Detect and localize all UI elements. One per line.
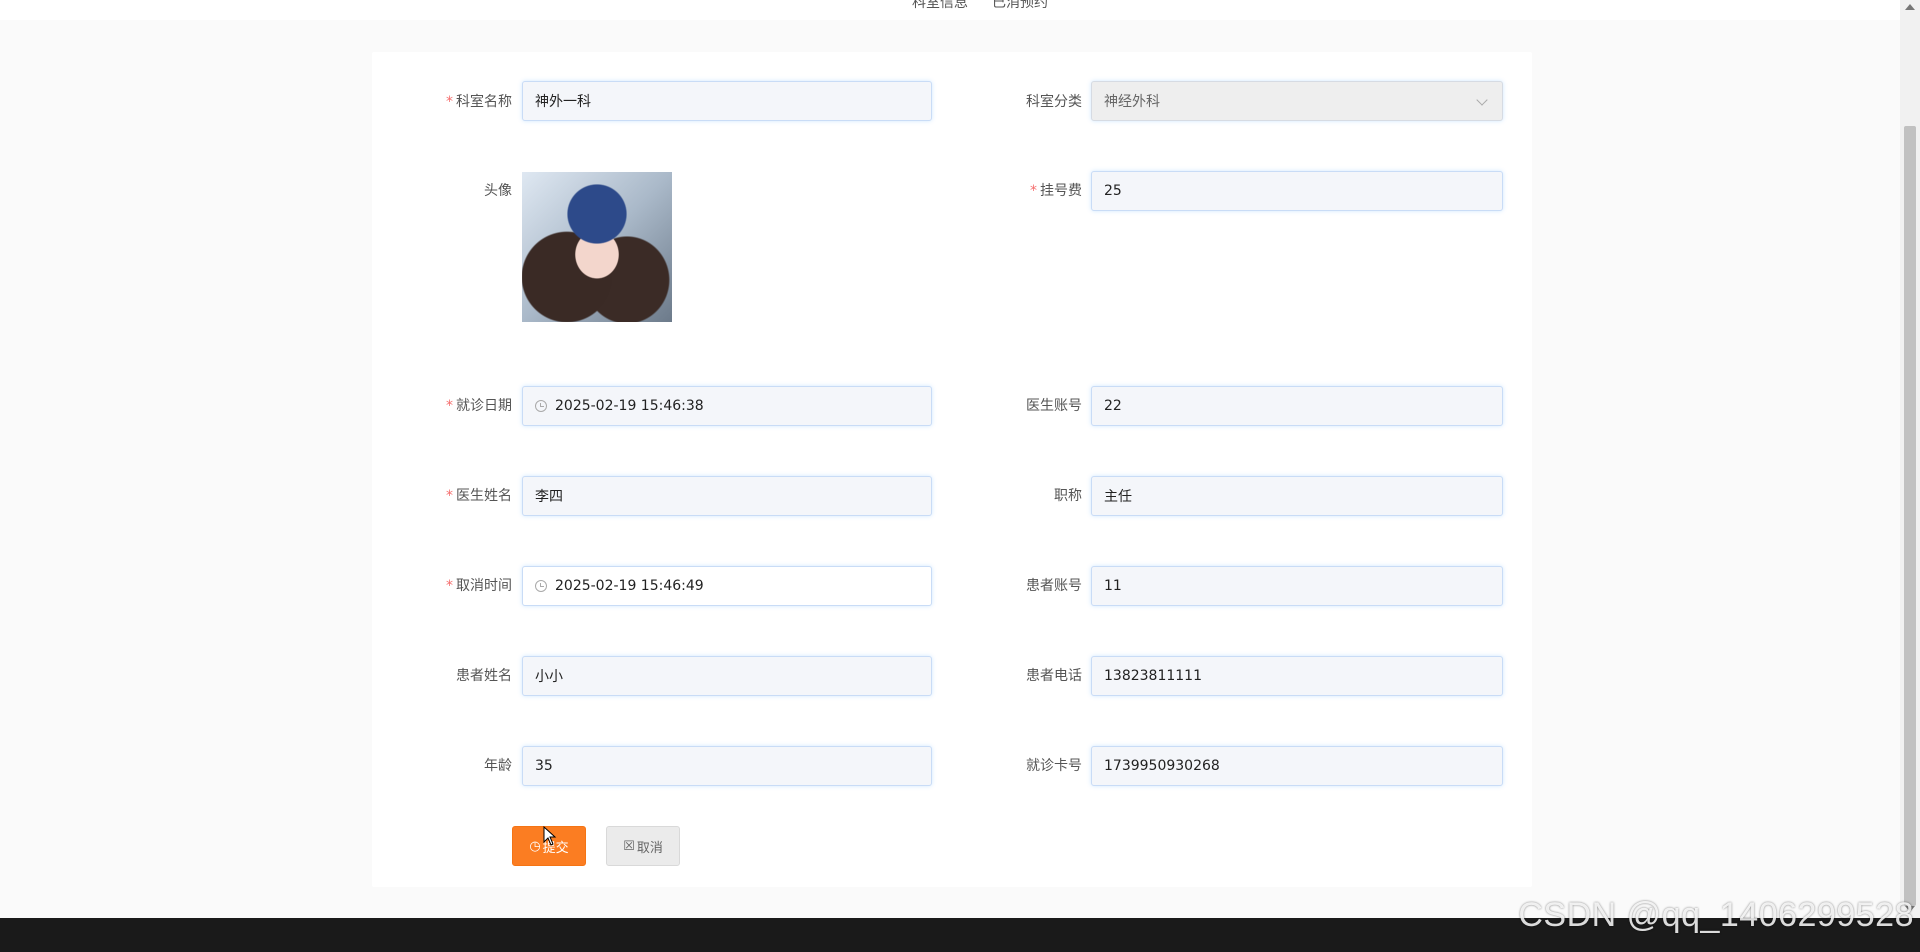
title-input[interactable]: 主任: [1091, 476, 1503, 516]
required-mark: *: [446, 94, 453, 110]
required-mark: *: [446, 398, 453, 414]
label-text: 就诊卡号: [1026, 758, 1082, 774]
label-text: 头像: [484, 183, 512, 199]
scrollbar-thumb[interactable]: [1904, 126, 1916, 906]
dept-category-select[interactable]: 神经外科: [1091, 81, 1503, 121]
field-value: 主任: [1104, 489, 1132, 505]
card-no-label: 就诊卡号: [942, 758, 1082, 774]
doctor-name-input[interactable]: 李四: [522, 476, 932, 516]
scroll-up-icon[interactable]: [1905, 4, 1915, 10]
cancel-time-label: * 取消时间: [372, 578, 512, 594]
reg-fee-label: * 挂号费: [942, 183, 1082, 199]
age-input[interactable]: 35: [522, 746, 932, 786]
label-text: 科室名称: [456, 94, 512, 110]
button-label: 取消: [636, 840, 663, 856]
patient-phone-label: 患者电话: [942, 668, 1082, 684]
label-text: 患者电话: [1026, 668, 1082, 684]
dept-category-label: 科室分类: [942, 94, 1082, 110]
field-value: 35: [535, 758, 553, 774]
field-value: 神外一科: [535, 94, 591, 110]
label-text: 挂号费: [1040, 183, 1082, 199]
field-value: 22: [1104, 398, 1122, 414]
patient-name-label: 患者姓名: [372, 668, 512, 684]
patient-account-input[interactable]: 11: [1091, 566, 1503, 606]
clock-icon: [535, 400, 547, 412]
field-value: 李四: [535, 489, 563, 505]
field-value: 13823811111: [1104, 668, 1202, 684]
patient-account-label: 患者账号: [942, 578, 1082, 594]
label-text: 年龄: [484, 758, 512, 774]
visit-date-picker[interactable]: 2025-02-19 15:46:38: [522, 386, 932, 426]
breadcrumb: 科室信息 已消预约: [912, 0, 1048, 12]
field-value: 神经外科: [1104, 94, 1160, 110]
doctor-name-label: * 医生姓名: [372, 488, 512, 504]
visit-date-label: * 就诊日期: [372, 398, 512, 414]
field-value: 25: [1104, 183, 1122, 199]
card-no-input[interactable]: 1739950930268: [1091, 746, 1503, 786]
age-label: 年龄: [372, 758, 512, 774]
avatar[interactable]: [522, 172, 672, 322]
breadcrumb-item[interactable]: 已消预约: [992, 0, 1048, 12]
reg-fee-input[interactable]: 25: [1091, 171, 1503, 211]
watermark: CSDN @qq_1406299528: [1518, 896, 1914, 934]
field-value: 11: [1104, 578, 1122, 594]
label-text: 科室分类: [1026, 94, 1082, 110]
required-mark: *: [446, 488, 453, 504]
label-text: 患者账号: [1026, 578, 1082, 594]
breadcrumb-item[interactable]: 科室信息: [912, 0, 968, 12]
patient-phone-input[interactable]: 13823811111: [1091, 656, 1503, 696]
label-text: 职称: [1054, 488, 1082, 504]
field-value: 2025-02-19 15:46:49: [555, 578, 704, 594]
field-value: 2025-02-19 15:46:38: [555, 398, 704, 414]
field-value: 小小: [535, 669, 563, 685]
cancel-time-picker[interactable]: 2025-02-19 15:46:49: [522, 566, 932, 606]
label-text: 就诊日期: [456, 398, 512, 414]
close-box-icon: ☒: [623, 838, 635, 854]
dept-name-label: * 科室名称: [372, 94, 512, 110]
label-text: 取消时间: [456, 578, 512, 594]
doctor-account-input[interactable]: 22: [1091, 386, 1503, 426]
required-mark: *: [1030, 183, 1037, 199]
clock-icon: [535, 580, 547, 592]
avatar-label: 头像: [372, 183, 512, 199]
field-value: 1739950930268: [1104, 758, 1220, 774]
title-label: 职称: [942, 488, 1082, 504]
label-text: 医生账号: [1026, 398, 1082, 414]
patient-name-input[interactable]: 小小: [522, 656, 932, 696]
dept-name-input[interactable]: 神外一科: [522, 81, 932, 121]
chevron-down-icon: [1476, 94, 1488, 106]
breadcrumb-bar: 科室信息 已消预约: [0, 0, 1920, 21]
label-text: 患者姓名: [456, 668, 512, 684]
label-text: 医生姓名: [456, 488, 512, 504]
check-circle-icon: ◷: [529, 838, 541, 854]
cancel-button[interactable]: ☒ 取消: [606, 826, 680, 866]
required-mark: *: [446, 578, 453, 594]
doctor-account-label: 医生账号: [942, 398, 1082, 414]
